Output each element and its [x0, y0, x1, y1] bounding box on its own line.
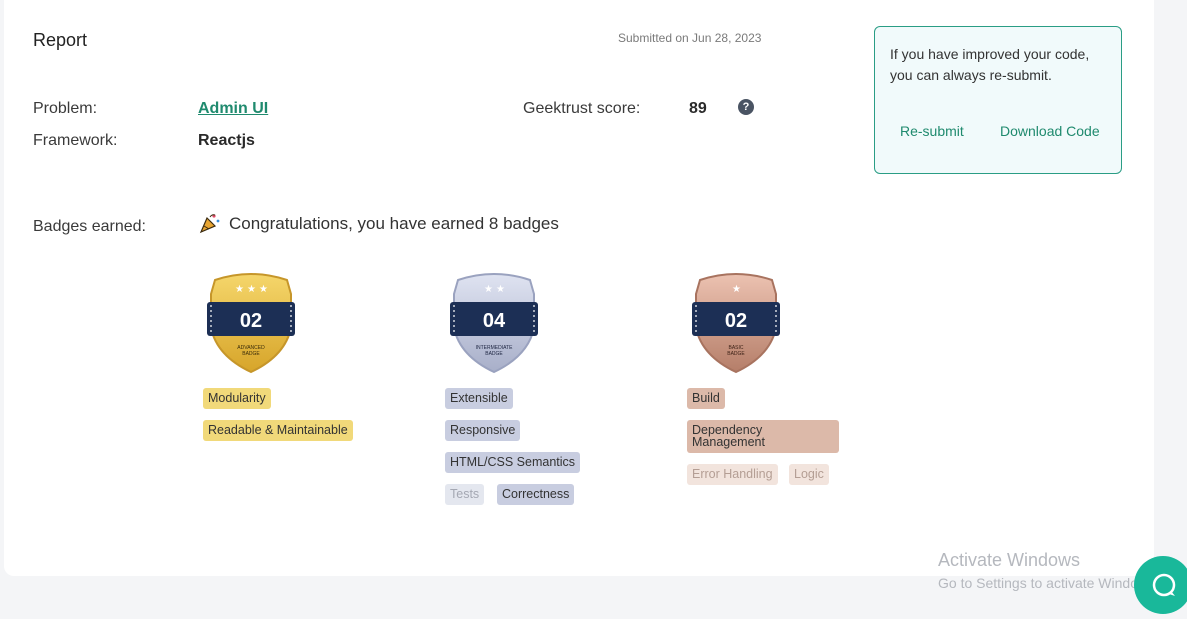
chat-icon [1152, 573, 1176, 597]
chat-button[interactable] [1134, 556, 1187, 614]
advanced-badge-icon: 02 ★ ★ ★ ADVANCED BADGE [207, 273, 295, 374]
badge-caption: BADGE [727, 351, 745, 357]
skill-tag: Extensible [445, 388, 513, 409]
congrats-text: Congratulations, you have earned 8 badge… [229, 214, 559, 233]
activate-windows-title: Activate Windows [938, 550, 1081, 570]
svg-text:★: ★ [259, 284, 268, 295]
skill-tag: Readable & Maintainable [203, 420, 353, 441]
badges-label: Badges earned: [33, 218, 146, 235]
skill-tag: Modularity [203, 388, 271, 409]
svg-text:★: ★ [247, 284, 256, 295]
framework-label: Framework: [33, 132, 118, 149]
skill-tag: Dependency Management [687, 420, 839, 453]
badge-count: 02 [725, 310, 747, 332]
svg-text:★: ★ [732, 284, 741, 295]
svg-text:★: ★ [496, 284, 505, 295]
svg-text:★: ★ [235, 284, 244, 295]
score-value: 89 [689, 100, 707, 117]
score-label: Geektrust score: [523, 100, 641, 117]
intermediate-badge-icon: 04 ★ ★ INTERMEDIATE BADGE [450, 273, 538, 374]
skill-tag-unearned: Tests [445, 484, 485, 505]
skill-tag: Build [687, 388, 725, 409]
activate-windows-subtitle: Go to Settings to activate Windows. [938, 575, 1159, 591]
download-code-button[interactable]: Download Code [1000, 123, 1100, 139]
skill-tag-unearned: Logic [789, 464, 829, 485]
badge-caption: BADGE [485, 351, 503, 357]
framework-value: Reactjs [198, 132, 255, 149]
badge-count: 02 [240, 310, 262, 332]
skill-tag: Responsive [445, 420, 521, 441]
page-title: Report [33, 30, 88, 50]
badge-caption: BADGE [242, 351, 260, 357]
help-icon[interactable]: ? [738, 99, 754, 115]
resubmit-button[interactable]: Re-submit [900, 123, 964, 139]
resubmit-panel: If you have improved your code, you can … [874, 26, 1122, 174]
submitted-date: Submitted on Jun 28, 2023 [618, 31, 762, 45]
skill-tag: Correctness [497, 484, 575, 505]
skill-tag: HTML/CSS Semantics [445, 452, 581, 473]
problem-link[interactable]: Admin UI [198, 100, 268, 118]
party-popper-icon [199, 214, 220, 234]
problem-label: Problem: [33, 100, 98, 117]
svg-text:★: ★ [484, 284, 493, 295]
basic-badge-icon: 02 ★ BASIC BADGE [692, 273, 780, 374]
badge-count: 04 [483, 310, 506, 332]
skill-tag-unearned: Error Handling [687, 464, 778, 485]
resubmit-text: If you have improved your code, you can … [890, 46, 1090, 83]
